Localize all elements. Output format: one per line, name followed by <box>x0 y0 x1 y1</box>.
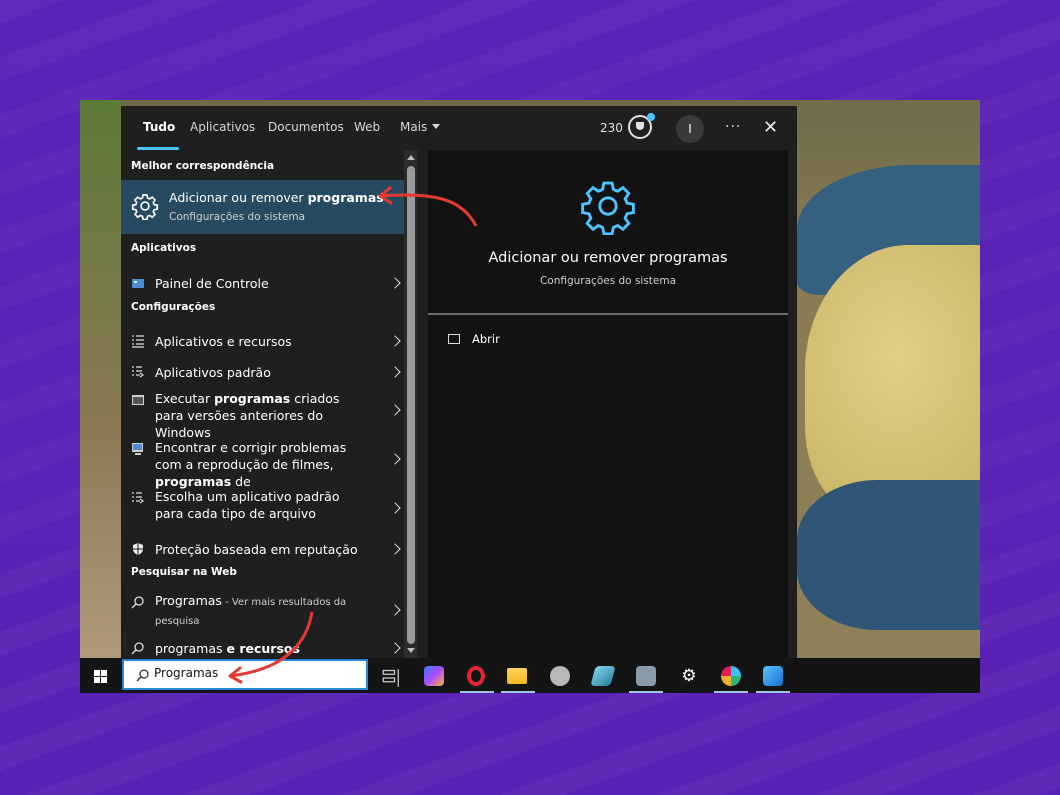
tab-web[interactable]: Web <box>354 120 380 134</box>
result-label: Proteção baseada em reputação <box>155 542 358 557</box>
apps-list-icon <box>132 335 144 348</box>
result-compatibility[interactable]: Executar programas criados para versões … <box>121 390 404 440</box>
search-input[interactable] <box>154 666 354 680</box>
section-best-match: Melhor correspondência <box>131 160 275 172</box>
app-icon[interactable] <box>590 666 616 686</box>
result-label: Painel de Controle <box>155 276 269 291</box>
tab-all[interactable]: Tudo <box>143 120 175 134</box>
result-control-panel[interactable]: Painel de Controle <box>121 268 404 298</box>
web-result-programas[interactable]: Programas - Ver mais resultados da pesqu… <box>121 592 404 632</box>
section-settings: Configurações <box>131 301 216 313</box>
windows-search-window: Tudo Aplicativos Documentos Web Mais 230… <box>121 106 797 658</box>
tab-more[interactable]: Mais <box>400 120 441 134</box>
chevron-right-icon <box>389 453 401 465</box>
file-explorer-icon[interactable] <box>507 668 527 684</box>
more-options-icon[interactable]: ··· <box>725 119 741 135</box>
result-default-apps[interactable]: Aplicativos padrão <box>121 357 404 387</box>
chevron-right-icon <box>389 404 401 416</box>
search-icon <box>131 596 144 609</box>
results-pane: Melhor correspondência Adicionar ou remo… <box>121 150 404 658</box>
running-indicator <box>629 691 663 693</box>
chevron-right-icon <box>389 502 401 514</box>
details-pane: Adicionar ou remover programas Configura… <box>428 150 788 658</box>
tab-documents[interactable]: Documentos <box>268 120 344 134</box>
shield-icon <box>133 543 143 555</box>
result-label: Executar programas criados para versões … <box>155 391 340 440</box>
result-label: Encontrar e corrigir problemas com a rep… <box>155 440 347 489</box>
default-apps-icon <box>132 492 145 504</box>
result-reputation-protection[interactable]: Proteção baseada em reputação <box>121 535 404 565</box>
result-label: Aplicativos padrão <box>155 365 271 380</box>
open-action[interactable]: Abrir <box>448 332 500 346</box>
best-match-title-highlight: programas <box>307 190 384 205</box>
settings-icon[interactable]: ⚙ <box>679 666 699 686</box>
chevron-down-icon <box>432 124 441 129</box>
running-indicator <box>756 691 790 693</box>
search-icon <box>136 669 149 682</box>
details-divider <box>428 313 788 315</box>
app-icon[interactable] <box>636 666 656 686</box>
gear-icon <box>581 181 635 235</box>
taskbar: ⚙ <box>80 658 980 693</box>
close-icon[interactable]: ✕ <box>763 117 778 138</box>
slack-icon[interactable] <box>721 666 741 686</box>
chevron-right-icon <box>389 604 401 616</box>
default-apps-icon <box>132 366 145 378</box>
rewards-points: 230 <box>600 121 623 135</box>
scroll-up-arrow[interactable] <box>407 155 415 160</box>
scroll-thumb[interactable] <box>407 166 415 644</box>
gear-icon <box>131 194 159 220</box>
result-label: Escolha um aplicativo padrão para cada t… <box>155 489 340 521</box>
result-troubleshoot[interactable]: Encontrar e corrigir problemas com a rep… <box>121 439 404 489</box>
troubleshoot-icon <box>132 443 143 455</box>
wallpaper-character-body <box>797 480 980 630</box>
result-choose-default-app[interactable]: Escolha um aplicativo padrão para cada t… <box>121 488 404 530</box>
windows-start-icon[interactable] <box>94 670 108 684</box>
best-match-item[interactable]: Adicionar ou remover programas Configura… <box>121 180 404 234</box>
results-scrollbar[interactable] <box>404 150 418 658</box>
section-web: Pesquisar na Web <box>131 566 237 578</box>
open-label: Abrir <box>472 332 500 346</box>
rewards-trophy-icon[interactable] <box>628 113 655 139</box>
open-icon <box>448 334 460 344</box>
photos-icon[interactable] <box>763 666 783 686</box>
best-match-title-text: Adicionar ou remover <box>169 190 308 205</box>
running-indicator <box>460 691 494 693</box>
result-label: Aplicativos e recursos <box>155 334 292 349</box>
web-result-programas-e-recursos[interactable]: programas e recursos <box>121 638 404 658</box>
chevron-right-icon <box>389 277 401 289</box>
details-subtitle: Configurações do sistema <box>539 275 677 287</box>
section-apps: Aplicativos <box>131 242 197 254</box>
details-title: Adicionar ou remover programas <box>488 250 728 266</box>
tab-more-label: Mais <box>400 120 428 134</box>
best-match-subtitle: Configurações do sistema <box>169 211 306 223</box>
notification-dot <box>647 113 655 121</box>
app-icon[interactable] <box>550 666 570 686</box>
result-label: programas e recursos <box>155 641 300 656</box>
user-avatar[interactable]: I <box>676 115 704 143</box>
result-apps-features[interactable]: Aplicativos e recursos <box>121 326 404 356</box>
tab-apps[interactable]: Aplicativos <box>190 120 255 134</box>
search-icon <box>131 642 144 655</box>
taskbar-search-box[interactable] <box>122 659 368 690</box>
compatibility-icon <box>132 395 144 405</box>
chevron-right-icon <box>389 335 401 347</box>
chevron-right-icon <box>389 543 401 555</box>
result-label: Programas - Ver mais resultados da pesqu… <box>155 593 347 627</box>
opera-icon[interactable] <box>467 666 485 686</box>
control-panel-icon <box>132 279 144 288</box>
task-view-icon[interactable] <box>382 668 402 688</box>
chevron-right-icon <box>389 642 401 654</box>
screenshot-frame: Tudo Aplicativos Documentos Web Mais 230… <box>80 100 980 693</box>
chevron-right-icon <box>389 366 401 378</box>
search-tabs-bar: Tudo Aplicativos Documentos Web Mais 230… <box>121 106 797 150</box>
running-indicator <box>714 691 748 693</box>
running-indicator <box>501 691 535 693</box>
best-match-title: Adicionar ou remover programas <box>169 190 384 205</box>
wallpaper-left <box>80 100 121 658</box>
scroll-down-arrow[interactable] <box>407 648 415 653</box>
copilot-icon[interactable] <box>424 666 444 686</box>
